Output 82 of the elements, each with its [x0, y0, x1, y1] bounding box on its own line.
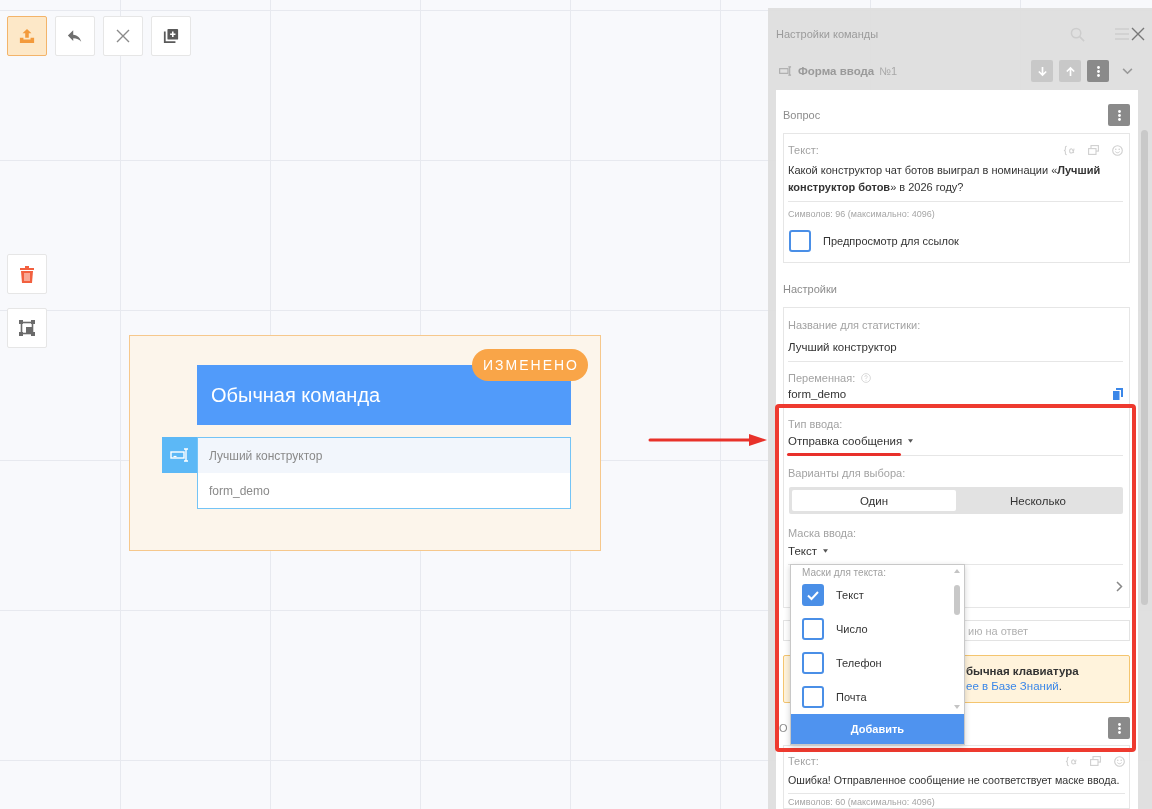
chevron-right-icon[interactable]	[1116, 580, 1123, 592]
copy-icon[interactable]	[1113, 388, 1123, 400]
question-text: Какой конструктор чат ботов выиграл в номинации «Лучший конструктор ботов» в 2026 году?	[788, 163, 1102, 195]
command-node[interactable]: Обычная команда ИЗМЕНЕНО Лучший конструктор form_demo	[129, 335, 601, 551]
field-label: Варианты для выбора:	[788, 466, 907, 480]
panel-title: Настройки команды	[776, 28, 880, 40]
notice-text: ее в Базе Знаний.	[966, 679, 1062, 694]
upload-icon	[19, 28, 35, 44]
field-label: Название для статистики:	[788, 318, 922, 332]
block-name: Форма ввода	[798, 65, 875, 77]
link-preview-option[interactable]: Предпросмотр для ссылок	[788, 230, 1123, 252]
form-block[interactable]: Лучший конструктор form_demo	[197, 437, 571, 509]
field-value[interactable]: Лучший конструктор	[788, 339, 1123, 355]
arrow-up-icon	[1064, 65, 1076, 77]
trash-icon	[20, 265, 34, 283]
mask-option[interactable]: Текст	[802, 578, 952, 612]
kebab-icon	[1117, 109, 1121, 121]
field-label: Маска ввода:	[788, 526, 858, 540]
caret-down-icon	[908, 439, 914, 443]
scroll-up-icon[interactable]	[954, 569, 960, 573]
character-counter: Символов: 60 (максимально: 4096)	[788, 797, 936, 808]
kebab-icon	[1096, 65, 1100, 77]
field-label: Текст:	[788, 754, 819, 768]
modified-badge: ИЗМЕНЕНО	[472, 349, 588, 381]
mask-option[interactable]: Почта	[802, 680, 952, 714]
node-title: Обычная команда	[211, 383, 381, 407]
move-down-button[interactable]	[1031, 60, 1053, 82]
error-text: Ошибка! Отправленное сообщение не соответствует маске ввода.	[788, 773, 1121, 788]
checkbox[interactable]	[789, 230, 811, 252]
move-up-button[interactable]	[1059, 60, 1081, 82]
field-label: Тип ввода:	[788, 417, 844, 431]
node-field: form_demo	[198, 473, 570, 508]
close-button[interactable]	[103, 16, 143, 56]
more-button[interactable]	[1087, 60, 1109, 82]
frame-icon	[19, 320, 35, 336]
scroll-down-icon[interactable]	[954, 705, 960, 709]
text-field-icon	[162, 437, 197, 473]
fit-button[interactable]	[7, 308, 47, 348]
mask-select[interactable]: Текст	[788, 543, 828, 559]
mask-option[interactable]: Телефон	[802, 646, 952, 680]
dropdown-header: Маски для текста:	[802, 568, 887, 578]
kebab-icon	[1117, 722, 1121, 734]
more-button[interactable]	[1108, 717, 1130, 739]
variable-icon[interactable]	[1065, 755, 1077, 767]
input-type-select[interactable]: Отправка сообщения	[788, 433, 914, 449]
checkbox[interactable]	[802, 652, 824, 674]
windows-icon[interactable]	[1090, 756, 1101, 766]
field-label: Текст:	[788, 143, 819, 157]
choice-option[interactable]: Один	[792, 490, 956, 511]
more-button[interactable]	[1108, 104, 1130, 126]
close-icon	[116, 29, 130, 43]
upload-button[interactable]	[7, 16, 47, 56]
delete-button[interactable]	[7, 254, 47, 294]
mask-option[interactable]: Число	[802, 612, 952, 646]
duplicate-icon	[163, 28, 179, 44]
close-icon[interactable]	[1131, 27, 1145, 41]
windows-icon[interactable]	[1088, 145, 1099, 155]
help-icon[interactable]	[861, 373, 872, 383]
block-number: №1	[879, 65, 898, 77]
emoji-icon[interactable]	[1112, 144, 1123, 156]
choice-option[interactable]: Несколько	[956, 490, 1120, 511]
scrollbar-thumb[interactable]	[954, 585, 960, 615]
field-label: Переменная:	[788, 371, 856, 385]
undo-button[interactable]	[55, 16, 95, 56]
character-counter: Символов: 96 (максимально: 4096)	[788, 208, 936, 220]
notice-title: бычная клавиатура	[966, 664, 1079, 679]
section-title: Настройки	[783, 283, 837, 295]
undo-icon	[67, 29, 83, 43]
caret-down-icon	[822, 549, 828, 553]
chevron-down-icon[interactable]	[1122, 67, 1133, 75]
duplicate-button[interactable]	[151, 16, 191, 56]
emoji-icon[interactable]	[1114, 755, 1125, 767]
checkbox[interactable]	[802, 618, 824, 640]
field-value[interactable]: form_demo	[788, 386, 847, 402]
form-icon	[779, 66, 792, 76]
arrow-down-icon	[1036, 65, 1048, 77]
section-title: О	[779, 722, 788, 734]
checkbox[interactable]	[802, 686, 824, 708]
variable-icon[interactable]	[1063, 144, 1075, 156]
checkbox[interactable]	[802, 584, 824, 606]
node-field: Лучший конструктор	[198, 438, 570, 473]
section-title: Вопрос	[783, 109, 821, 121]
